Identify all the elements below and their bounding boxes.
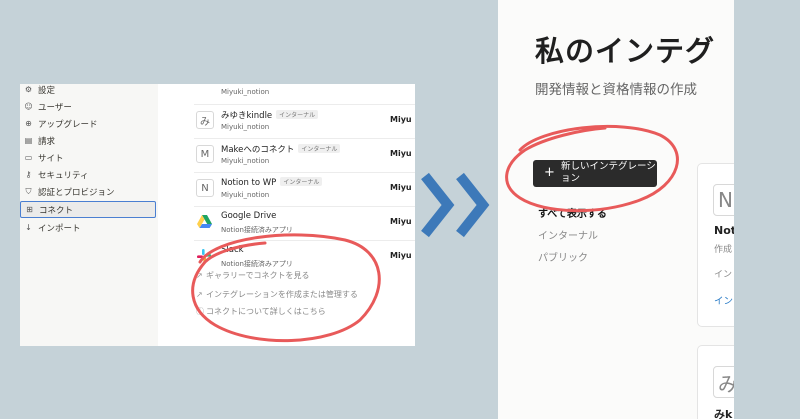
highlight-circle-right: [505, 125, 679, 213]
